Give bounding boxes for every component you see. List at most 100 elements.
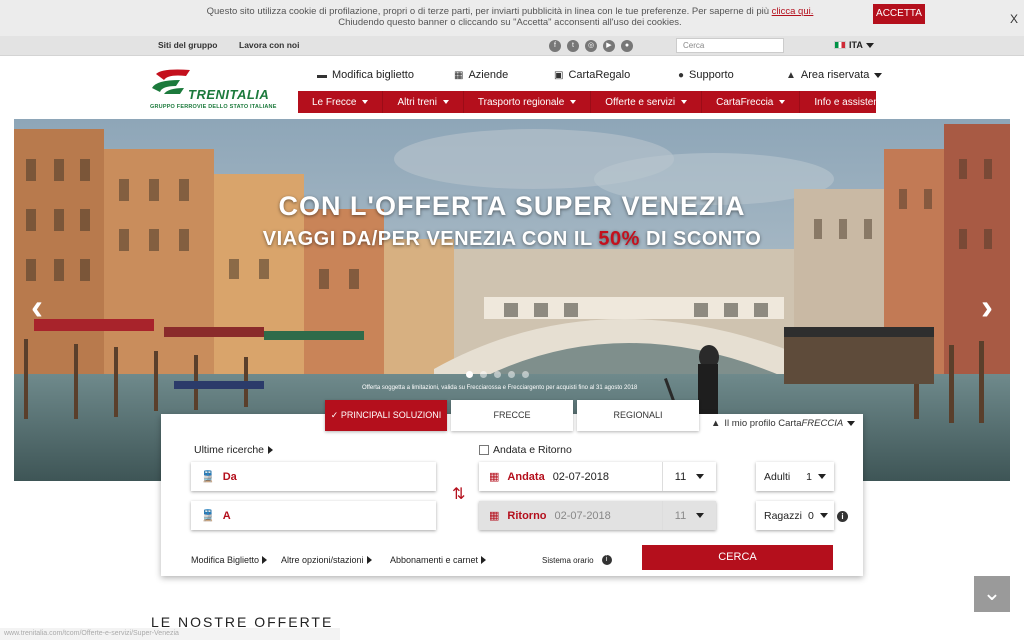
nav-le-frecce[interactable]: Le Frecce xyxy=(298,91,384,113)
cerca-button[interactable]: CERCA xyxy=(642,545,833,570)
chevron-down-icon xyxy=(362,100,369,104)
tab-regionali[interactable]: REGIONALI xyxy=(577,400,699,431)
chevron-down-icon xyxy=(779,100,786,104)
ritorno-hour-value: 11 xyxy=(674,509,687,522)
facebook-icon[interactable]: f xyxy=(549,40,561,52)
siti-gruppo-link[interactable]: Siti del gruppo xyxy=(158,40,218,50)
carousel-dot[interactable] xyxy=(522,371,529,378)
hero-title: CON L'OFFERTA SUPER VENEZIA xyxy=(278,191,746,221)
status-bar-url: www.trenitalia.com/tcom/Offerte-e-serviz… xyxy=(0,628,340,640)
triangle-right-icon xyxy=(262,556,268,564)
arrival-station-field[interactable]: 🚆 A xyxy=(191,501,436,530)
triangle-right-icon xyxy=(481,556,487,564)
youtube-icon[interactable]: ▶ xyxy=(603,40,615,52)
area-riservata-menu[interactable]: ▲ Area riservata xyxy=(786,67,883,83)
modifica-biglietto-label: Modifica biglietto xyxy=(332,69,414,81)
adulti-select[interactable]: Adulti 1 xyxy=(756,462,834,491)
scroll-down-icon[interactable]: ⌄ xyxy=(974,576,1010,612)
carousel-dot[interactable] xyxy=(466,371,473,378)
cookie-text-line1: Questo sito utilizza cookie di profilazi… xyxy=(206,6,770,17)
carousel-dots xyxy=(466,371,529,378)
trenitalia-logo[interactable]: TRENITALIA GRUPPO FERROVIE DELLO STATO I… xyxy=(150,68,285,112)
ragazzi-value: 0 xyxy=(807,509,814,522)
andata-hour-select[interactable]: 11 xyxy=(662,462,716,491)
nav-offerte-servizi[interactable]: Offerte e servizi xyxy=(591,91,703,113)
cookie-banner: Questo sito utilizza cookie di profilazi… xyxy=(0,0,1024,36)
train-icon: 🚆 xyxy=(201,471,215,483)
carousel-dot[interactable] xyxy=(480,371,487,378)
departure-station-field[interactable]: 🚆 Da xyxy=(191,462,436,491)
twitter-icon[interactable]: t xyxy=(567,40,579,52)
carousel-prev-icon[interactable]: ‹ xyxy=(24,287,50,327)
adulti-value: 1 xyxy=(806,470,812,483)
calendar-icon: ▦ xyxy=(489,510,500,522)
tab-frecce[interactable]: FRECCE xyxy=(451,400,573,431)
carousel-dot[interactable] xyxy=(508,371,515,378)
carta-regalo-label: CartaRegalo xyxy=(568,69,631,81)
chevron-down-icon xyxy=(570,100,577,104)
accept-cookies-button[interactable]: ACCETTA xyxy=(873,4,925,24)
calendar-icon: ▦ xyxy=(489,471,500,483)
carousel-dot[interactable] xyxy=(494,371,501,378)
cartafreccia-profile-menu[interactable]: ▲ Il mio profilo CartaFRECCIA xyxy=(711,418,856,429)
sistema-orario-option[interactable]: Sistema orario i xyxy=(542,555,612,565)
aziende-link[interactable]: ▦ Aziende xyxy=(454,67,508,83)
info-icon[interactable]: i xyxy=(837,511,848,522)
supporto-link[interactable]: ● Supporto xyxy=(678,67,734,83)
language-selector[interactable]: ITA xyxy=(834,40,874,50)
hero-subtitle: VIAGGI DA/PER VENEZIA CON IL 50% DI SCON… xyxy=(14,228,1010,251)
departure-placeholder: Da xyxy=(222,470,237,483)
utility-bar: Siti del gruppo Lavora con noi f t ◎ ▶ ●… xyxy=(0,36,1024,56)
tab-label: PRINCIPALI SOLUZIONI xyxy=(340,410,442,420)
abbonamenti-option[interactable]: Abbonamenti e carnet xyxy=(390,555,487,565)
tab-principali-soluzioni[interactable]: ✓ PRINCIPALI SOLUZIONI xyxy=(325,400,447,431)
carousel-next-icon[interactable]: › xyxy=(974,287,1000,327)
chevron-down-icon xyxy=(696,513,705,518)
cookie-message: Questo sito utilizza cookie di profilazi… xyxy=(160,6,860,28)
altre-opzioni-label: Altre opzioni/stazioni xyxy=(281,555,364,565)
cookie-info-link[interactable]: clicca qui. xyxy=(772,6,814,17)
swap-stations-icon[interactable]: ⇅ xyxy=(452,484,465,504)
altre-opzioni-option[interactable]: Altre opzioni/stazioni xyxy=(281,555,372,565)
gift-icon: ▣ xyxy=(554,69,564,81)
hero-subtitle-b: DI SCONTO xyxy=(639,228,762,250)
user-icon: ▲ xyxy=(711,418,721,429)
arrival-placeholder: A xyxy=(222,509,231,522)
chevron-down-icon xyxy=(819,513,828,518)
ritorno-hour-select[interactable]: 11 xyxy=(662,501,716,530)
hero-fine-print: Offerta soggetta a limitazioni, valida s… xyxy=(362,385,638,391)
chevron-down-icon xyxy=(696,474,705,479)
chevron-down-icon xyxy=(847,421,856,426)
area-riservata-label: Area riservata xyxy=(800,69,870,81)
profile-label: Il mio profilo CartaFRECCIA xyxy=(724,418,843,429)
instagram-icon[interactable]: ◎ xyxy=(585,40,597,52)
profile-label-a: Il mio profilo Carta xyxy=(724,418,802,429)
nav-cartafreccia[interactable]: CartaFreccia xyxy=(702,91,801,113)
nav-trasporto-regionale[interactable]: Trasporto regionale xyxy=(464,91,592,113)
andata-date-field[interactable]: ▦ Andata 02-07-2018 11 xyxy=(479,462,716,491)
profile-label-b: FRECCIA xyxy=(801,418,844,429)
andata-ritorno-checkbox[interactable]: Andata e Ritorno xyxy=(479,444,572,456)
nav-label: Le Frecce xyxy=(312,96,357,108)
user-icon: ▲ xyxy=(786,69,796,81)
modifica-biglietto-link[interactable]: ▬ Modifica biglietto xyxy=(317,67,414,83)
checkbox-icon xyxy=(479,445,489,455)
social-links: f t ◎ ▶ ● xyxy=(549,40,633,52)
ritorno-date-field[interactable]: ▦ Ritorno 02-07-2018 11 xyxy=(479,501,716,530)
ragazzi-select[interactable]: Ragazzi 0 xyxy=(756,501,834,530)
nav-altri-treni[interactable]: Altri treni xyxy=(383,91,464,113)
nav-label: Info e assistenza xyxy=(814,96,890,108)
search-input[interactable]: Cerca xyxy=(676,38,784,53)
chevron-down-icon xyxy=(818,474,826,479)
lavora-con-noi-link[interactable]: Lavora con noi xyxy=(239,40,299,50)
chevron-down-icon xyxy=(865,42,874,48)
ultime-ricerche-toggle[interactable]: Ultime ricerche xyxy=(194,444,274,456)
close-cookie-button[interactable]: X xyxy=(1010,12,1018,26)
app-icon[interactable]: ● xyxy=(621,40,633,52)
train-icon: 🚆 xyxy=(201,510,215,522)
nav-info-assistenza[interactable]: Info e assistenza xyxy=(800,91,915,113)
andata-label: Andata xyxy=(507,470,545,483)
andata-hour-value: 11 xyxy=(674,470,687,483)
modifica-biglietto-option[interactable]: Modifica Biglietto xyxy=(191,555,268,565)
carta-regalo-link[interactable]: ▣ CartaRegalo xyxy=(554,67,630,83)
